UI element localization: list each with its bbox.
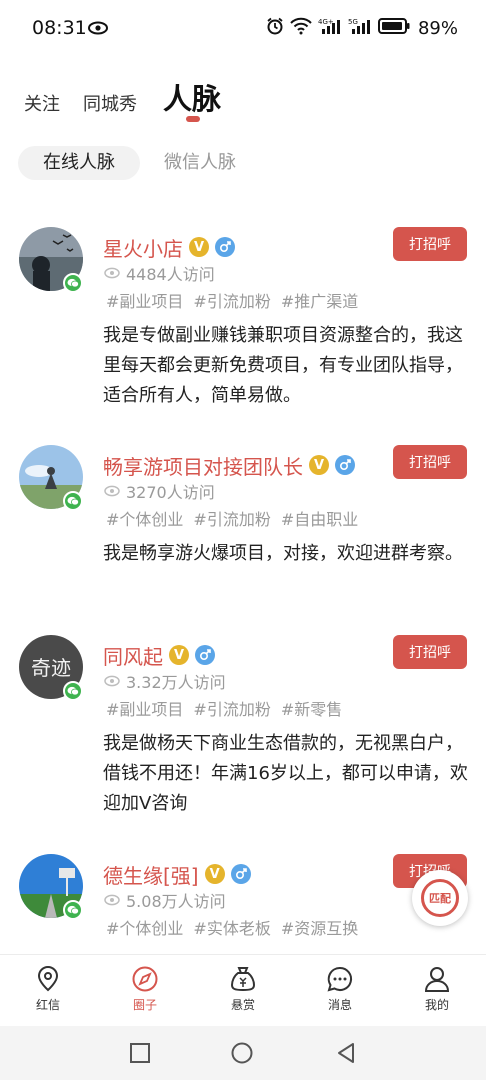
battery-percent: 89% (417, 17, 458, 39)
greet-button[interactable]: 打招呼 (393, 635, 467, 669)
tab-active-indicator (186, 116, 200, 122)
home-icon[interactable] (231, 1042, 253, 1068)
sub-tab-wechat[interactable]: 微信人脉 (164, 146, 236, 180)
wechat-badge-icon (63, 681, 83, 701)
tag[interactable]: #引流加粉 (193, 506, 270, 530)
tag[interactable]: #推广渠道 (281, 288, 358, 312)
signal-5g-icon: 5G (348, 17, 372, 39)
nav-reward[interactable]: 悬赏 (208, 965, 278, 1013)
eye-icon (104, 482, 120, 501)
chat-bubble-icon (327, 966, 352, 992)
sub-tab-online[interactable]: 在线人脉 (18, 146, 140, 180)
eye-icon (104, 264, 120, 283)
name-row: 畅享游项目对接团队长 V (103, 451, 355, 480)
svg-text:5G: 5G (348, 18, 358, 26)
match-button[interactable]: 匹配 (412, 870, 468, 926)
alarm-icon (266, 17, 284, 39)
visit-row: 5.08万人访问 (104, 888, 226, 912)
nav-label: 圈子 (132, 998, 157, 1012)
tag[interactable]: #个体创业 (106, 915, 183, 939)
greet-button[interactable]: 打招呼 (393, 445, 467, 479)
compass-icon (132, 966, 158, 992)
wifi-icon (290, 17, 312, 39)
user-name[interactable]: 同风起 (103, 641, 163, 670)
tags-row: #副业项目 #引流加粉 #推广渠道 (106, 288, 358, 312)
nav-messages[interactable]: 消息 (305, 965, 375, 1013)
tab-city-show[interactable]: 同城秀 (83, 90, 137, 124)
verified-v-icon: V (169, 645, 189, 665)
tag[interactable]: #个体创业 (106, 506, 183, 530)
verified-v-icon: V (309, 455, 329, 475)
system-nav-bar (0, 1026, 486, 1080)
bio-text: 我是畅享游火爆项目，对接，欢迎进群考察。 (103, 543, 463, 564)
male-gender-icon (195, 645, 215, 665)
wechat-badge-icon (63, 900, 83, 920)
recent-apps-icon[interactable] (129, 1042, 151, 1068)
nav-hongxin[interactable]: 红信 (13, 965, 83, 1013)
tag[interactable]: #自由职业 (281, 506, 358, 530)
nav-mine[interactable]: 我的 (402, 965, 472, 1013)
eye-icon (104, 672, 120, 691)
tab-follow[interactable]: 关注 (24, 90, 60, 124)
tag[interactable]: #资源互换 (281, 915, 358, 939)
tags-row: #个体创业 #引流加粉 #自由职业 (106, 506, 358, 530)
nav-circle[interactable]: 圈子 (110, 965, 180, 1013)
signal-4g-icon: 4G+ (318, 17, 342, 39)
bio-text: 我是专做副业赚钱兼职项目资源整合的，我这里每天都会更新免费项目，有专业团队指导，… (103, 325, 463, 406)
avatar-logo-text: 奇迹 (31, 656, 71, 680)
status-bar: 08:31 4G+ 5G 89% (0, 0, 486, 58)
status-icons: 4G+ 5G 89% (266, 17, 458, 39)
tag[interactable]: #副业项目 (106, 288, 183, 312)
name-row: 星火小店 V (103, 233, 235, 262)
tag[interactable]: #引流加粉 (193, 696, 270, 720)
tag[interactable]: #副业项目 (106, 696, 183, 720)
nav-label: 悬赏 (230, 998, 255, 1012)
male-gender-icon (230, 864, 251, 884)
visit-row: 3270人访问 (104, 479, 215, 503)
name-row: 同风起 V (103, 641, 215, 670)
nav-label: 消息 (327, 998, 352, 1012)
user-name[interactable]: 畅享游项目对接团队长 (103, 451, 303, 480)
money-bag-icon (230, 967, 256, 992)
back-icon[interactable] (335, 1042, 357, 1068)
nav-label: 我的 (424, 998, 449, 1012)
battery-icon (377, 17, 410, 39)
contact-feed[interactable]: 星火小店 V 4484人访问 #副业项目 #引流加粉 #推广渠道 我是专做副业赚… (0, 210, 486, 954)
wechat-badge-icon (63, 273, 83, 293)
tags-row: #副业项目 #引流加粉 #新零售 (106, 696, 342, 720)
tag[interactable]: #实体老板 (193, 915, 270, 939)
bio-text: 我是做杨天下商业生态借款的，无视黑白户，借钱不用还！年满16岁以上，都可以申请，… (103, 733, 468, 814)
verified-v-icon: V (189, 237, 209, 257)
match-icon: 匹配 (421, 879, 459, 917)
verified-v-icon: V (204, 864, 225, 884)
bottom-nav: 红信 圈子 悬赏 消息 我的 (0, 954, 486, 1026)
status-time: 08:31 (32, 17, 87, 39)
visit-count: 4484人访问 (126, 265, 215, 284)
tag[interactable]: #引流加粉 (193, 288, 270, 312)
user-name[interactable]: 德生缘[强] (103, 860, 199, 889)
name-row: 德生缘[强] V (103, 860, 251, 889)
greet-button[interactable]: 打招呼 (393, 227, 467, 261)
visit-row: 3.32万人访问 (104, 669, 226, 693)
nav-label: 红信 (35, 998, 60, 1012)
eye-comfort-icon (88, 20, 108, 39)
svg-text:4G+: 4G+ (318, 18, 334, 26)
match-label: 匹配 (429, 892, 451, 905)
location-pin-icon (37, 965, 59, 992)
visit-count: 3.32万人访问 (126, 673, 226, 692)
male-gender-icon (335, 455, 355, 475)
user-name[interactable]: 星火小店 (103, 233, 183, 262)
eye-icon (104, 891, 120, 910)
wechat-badge-icon (63, 491, 83, 511)
tags-row: #个体创业 #实体老板 #资源互换 (106, 915, 358, 939)
male-gender-icon (215, 237, 235, 257)
tag[interactable]: #新零售 (281, 696, 342, 720)
visit-count: 5.08万人访问 (126, 892, 226, 911)
visit-row: 4484人访问 (104, 261, 215, 285)
visit-count: 3270人访问 (126, 483, 215, 502)
person-icon (424, 967, 450, 992)
